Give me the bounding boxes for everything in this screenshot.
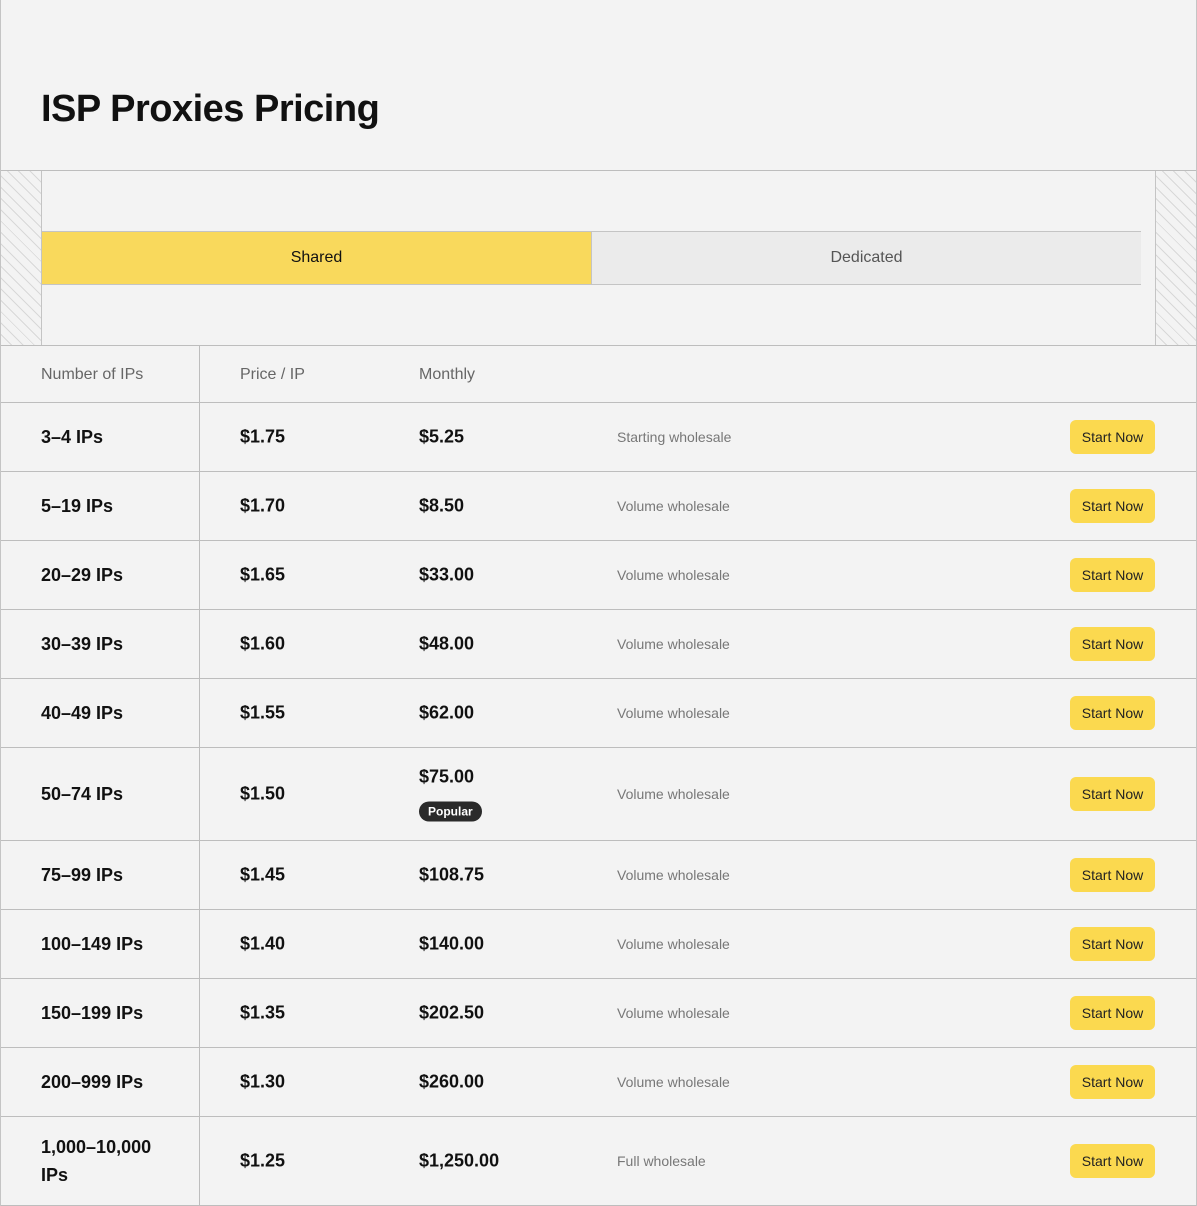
column-divider xyxy=(199,1048,200,1116)
start-now-button[interactable]: Start Now xyxy=(1070,696,1155,730)
start-now-button[interactable]: Start Now xyxy=(1070,489,1155,523)
table-row: 1,000–10,000 IPs $1.25 $1,250.00 Full whole… xyxy=(1,1117,1196,1206)
price-per-ip: $1.25 xyxy=(240,1150,286,1171)
table-row: 40–49 IPs $1.55 $62.00 Volume wholesale Star… xyxy=(1,679,1196,748)
start-now-button[interactable]: Start Now xyxy=(1070,858,1155,892)
table-row: 50–74 IPs $1.50 $75.00 Popular Volume wholes… xyxy=(1,748,1196,841)
price-per-ip: $1.65 xyxy=(240,564,286,585)
header-monthly: Monthly xyxy=(419,366,476,383)
price-per-ip: $1.70 xyxy=(240,495,286,516)
hatch-decoration-left xyxy=(1,171,42,345)
ip-range: 75–99 IPs xyxy=(41,865,124,885)
monthly-price: $62.00 xyxy=(419,702,475,723)
ip-range: 5–19 IPs xyxy=(41,496,114,516)
start-now-button[interactable]: Start Now xyxy=(1070,627,1155,661)
monthly-price: $140.00 xyxy=(419,933,485,954)
column-divider xyxy=(199,841,200,909)
start-now-button[interactable]: Start Now xyxy=(1070,558,1155,592)
table-header: Number of IPs Price / IP Monthly xyxy=(1,346,1196,403)
monthly-price: $75.00 xyxy=(419,766,475,787)
tier-note: Volume wholesale xyxy=(617,1074,730,1090)
tier-note: Volume wholesale xyxy=(617,936,730,952)
start-now-button[interactable]: Start Now xyxy=(1070,996,1155,1030)
plan-tabs: Shared Dedicated xyxy=(42,231,1141,285)
start-now-button[interactable]: Start Now xyxy=(1070,1065,1155,1099)
header: ISP Proxies Pricing xyxy=(1,0,1196,171)
price-per-ip: $1.55 xyxy=(240,702,286,723)
price-per-ip: $1.45 xyxy=(240,864,286,885)
column-divider xyxy=(199,610,200,678)
ip-range: 1,000–10,000 IPs xyxy=(41,1137,152,1185)
ip-range: 40–49 IPs xyxy=(41,703,124,723)
table-row: 20–29 IPs $1.65 $33.00 Volume wholesale Star… xyxy=(1,541,1196,610)
monthly-price: $1,250.00 xyxy=(419,1150,500,1171)
ip-range: 20–29 IPs xyxy=(41,565,124,585)
column-divider xyxy=(199,1117,200,1205)
column-divider xyxy=(199,346,200,402)
tier-note: Starting wholesale xyxy=(617,429,732,445)
monthly-price: $8.50 xyxy=(419,495,465,516)
price-per-ip: $1.75 xyxy=(240,426,286,447)
price-per-ip: $1.35 xyxy=(240,1002,286,1023)
column-divider xyxy=(199,403,200,471)
table-row: 75–99 IPs $1.45 $108.75 Volume wholesale Sta… xyxy=(1,841,1196,910)
table-row: 3–4 IPs $1.75 $5.25 Starting wholesale Start… xyxy=(1,403,1196,472)
monthly-price: $202.50 xyxy=(419,1002,485,1023)
ip-range: 150–199 IPs xyxy=(41,1003,144,1023)
tier-note: Volume wholesale xyxy=(617,636,730,652)
table-row: 200–999 IPs $1.30 $260.00 Volume wholesale S… xyxy=(1,1048,1196,1117)
tab-dedicated[interactable]: Dedicated xyxy=(592,232,1141,284)
ip-range: 200–999 IPs xyxy=(41,1072,144,1092)
header-number-of-ips: Number of IPs xyxy=(41,366,144,383)
monthly-price: $260.00 xyxy=(419,1071,485,1092)
tier-note: Volume wholesale xyxy=(617,1005,730,1021)
column-divider xyxy=(199,472,200,540)
pricing-rows: 3–4 IPs $1.75 $5.25 Starting wholesale Start… xyxy=(1,403,1196,1206)
popular-badge: Popular xyxy=(419,801,482,822)
ip-range: 3–4 IPs xyxy=(41,427,104,447)
start-now-button[interactable]: Start Now xyxy=(1070,927,1155,961)
monthly-price: $33.00 xyxy=(419,564,475,585)
hatch-decoration-right xyxy=(1155,171,1196,345)
monthly-cell: $75.00 Popular xyxy=(419,767,482,822)
price-per-ip: $1.60 xyxy=(240,633,286,654)
start-now-button[interactable]: Start Now xyxy=(1070,420,1155,454)
table-row: 5–19 IPs $1.70 $8.50 Volume wholesale Start … xyxy=(1,472,1196,541)
price-per-ip: $1.30 xyxy=(240,1071,286,1092)
page-title: ISP Proxies Pricing xyxy=(41,88,380,130)
start-now-button[interactable]: Start Now xyxy=(1070,1144,1155,1178)
monthly-price: $5.25 xyxy=(419,426,465,447)
start-now-button[interactable]: Start Now xyxy=(1070,777,1155,811)
column-divider xyxy=(199,910,200,978)
column-divider xyxy=(199,979,200,1047)
tier-note: Volume wholesale xyxy=(617,867,730,883)
monthly-price: $48.00 xyxy=(419,633,475,654)
tier-note: Full wholesale xyxy=(617,1153,706,1169)
tab-shared[interactable]: Shared xyxy=(42,232,592,284)
monthly-price: $108.75 xyxy=(419,864,485,885)
table-row: 100–149 IPs $1.40 $140.00 Volume wholesale S… xyxy=(1,910,1196,979)
table-row: 30–39 IPs $1.60 $48.00 Volume wholesale Star… xyxy=(1,610,1196,679)
tier-note: Volume wholesale xyxy=(617,567,730,583)
table-row: 150–199 IPs $1.35 $202.50 Volume wholesale S… xyxy=(1,979,1196,1048)
tier-note: Volume wholesale xyxy=(617,786,730,802)
column-divider xyxy=(199,748,200,840)
header-price-per-ip: Price / IP xyxy=(240,366,305,383)
tier-note: Volume wholesale xyxy=(617,705,730,721)
ip-range: 50–74 IPs xyxy=(41,784,124,804)
pricing-frame: ISP Proxies Pricing Shared Dedicated Num… xyxy=(0,0,1197,1206)
column-divider xyxy=(199,679,200,747)
tier-note: Volume wholesale xyxy=(617,498,730,514)
column-divider xyxy=(199,541,200,609)
price-per-ip: $1.40 xyxy=(240,933,286,954)
tab-zone: Shared Dedicated xyxy=(1,171,1196,346)
ip-range: 100–149 IPs xyxy=(41,934,144,954)
ip-range: 30–39 IPs xyxy=(41,634,124,654)
price-per-ip: $1.50 xyxy=(240,783,286,804)
